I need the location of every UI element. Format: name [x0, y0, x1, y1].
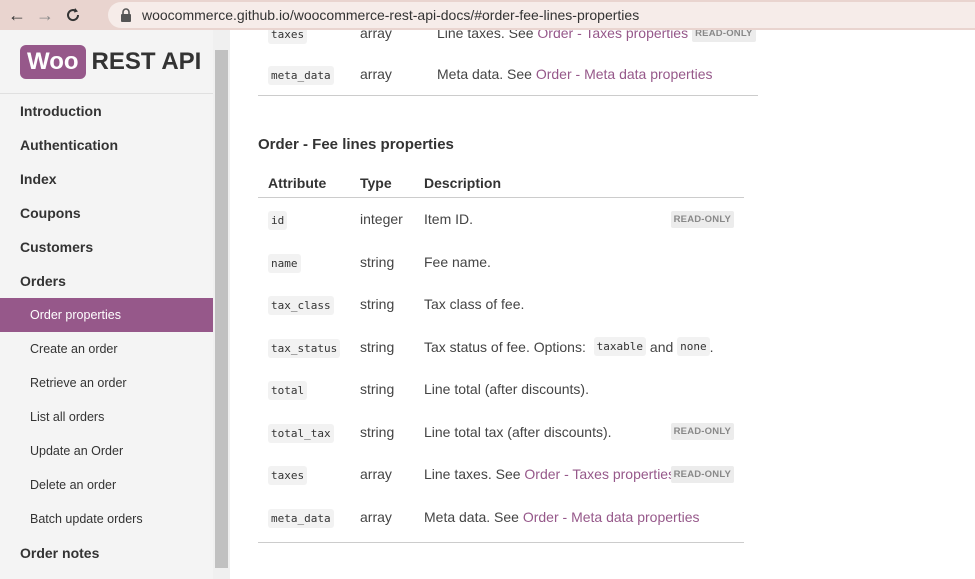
sidebar-item-introduction[interactable]: Introduction [0, 94, 213, 128]
attr-code: total_tax [268, 423, 334, 443]
header-attribute: Attribute [268, 174, 327, 191]
table-row: taxes array Line taxes. See Order - Taxe… [258, 30, 758, 44]
logo[interactable]: Woo REST API [0, 30, 213, 94]
sidebar-item-customers[interactable]: Customers [0, 230, 213, 264]
table-row: total string Line total (after discounts… [258, 368, 744, 411]
woo-logo-badge: Woo [20, 45, 86, 79]
type-cell: array [360, 508, 392, 525]
sidebar-item-create-order[interactable]: Create an order [0, 332, 213, 366]
url-text: woocommerce.github.io/woocommerce-rest-a… [142, 7, 640, 23]
type-cell: string [360, 338, 395, 355]
sidebar-item-coupons[interactable]: Coupons [0, 196, 213, 230]
sidebar-item-delete-order[interactable]: Delete an order [0, 468, 213, 502]
attr-code: name [268, 253, 301, 273]
desc-cell: Meta data. See Order - Meta data propert… [424, 508, 700, 525]
attr-code: total [268, 381, 308, 401]
sidebar-item-retrieve-order[interactable]: Retrieve an order [0, 366, 213, 400]
header-type: Type [360, 174, 392, 191]
read-only-badge: READ-ONLY [670, 465, 734, 483]
none-code: none [677, 337, 710, 357]
sidebar-scrollbar-thumb[interactable] [215, 50, 228, 568]
reload-icon[interactable] [62, 4, 84, 26]
desc-cell: Line total (after discounts). [424, 381, 589, 398]
header-description: Description [424, 174, 502, 191]
taxes-properties-link[interactable]: Order - Taxes properties [524, 466, 675, 482]
taxes-properties-link[interactable]: Order - Taxes properties [537, 30, 688, 41]
type-cell: array [360, 466, 392, 483]
sidebar-item-order-properties[interactable]: Order properties [0, 298, 213, 332]
main-content: taxes array Line taxes. See Order - Taxe… [230, 30, 975, 579]
logo-text: REST API [91, 48, 202, 75]
type-cell: array [360, 66, 392, 82]
type-cell: integer [360, 211, 403, 228]
sidebar-item-index[interactable]: Index [0, 162, 213, 196]
type-cell: string [360, 253, 395, 270]
lock-icon [121, 8, 131, 22]
table-divider [258, 95, 758, 96]
attr-code: tax_status [268, 338, 341, 358]
desc-cell: Tax status of fee. Options: taxable and … [424, 337, 714, 357]
table-row: meta_data array Meta data. See Order - M… [258, 64, 758, 85]
fee-lines-table: Attribute Type Description id integer It… [258, 168, 744, 543]
table-row: tax_class string Tax class of fee. [258, 283, 744, 326]
type-cell: string [360, 296, 395, 313]
meta-data-properties-link[interactable]: Order - Meta data properties [523, 509, 700, 525]
attr-code: taxes [268, 30, 308, 44]
desc-cell: Meta data. See Order - Meta data propert… [437, 66, 713, 82]
taxable-code: taxable [593, 337, 647, 357]
forward-arrow-icon[interactable]: → [34, 4, 56, 26]
attr-code: meta_data [268, 508, 334, 528]
type-cell: string [360, 381, 395, 398]
table-row: total_tax string Line total tax (after d… [258, 411, 744, 454]
sidebar-item-update-order[interactable]: Update an Order [0, 434, 213, 468]
table-divider [258, 542, 744, 543]
table-row: meta_data array Meta data. See Order - M… [258, 496, 744, 539]
read-only-badge: READ-ONLY [692, 30, 756, 42]
sidebar-item-list-orders[interactable]: List all orders [0, 400, 213, 434]
desc-cell: Line taxes. See Order - Taxes properties [437, 30, 688, 41]
sidebar-nav: Introduction Authentication Index Coupon… [0, 94, 213, 570]
sidebar-item-batch-update-orders[interactable]: Batch update orders [0, 502, 213, 536]
table-row: id integer Item ID. READ-ONLY [258, 198, 744, 241]
table-row: tax_status string Tax status of fee. Opt… [258, 326, 744, 369]
table-row: name string Fee name. [258, 241, 744, 284]
read-only-badge: READ-ONLY [670, 210, 734, 228]
meta-data-properties-link[interactable]: Order - Meta data properties [536, 66, 713, 82]
type-cell: array [360, 30, 392, 41]
desc-cell: Fee name. [424, 253, 491, 270]
browser-toolbar: ← → woocommerce.github.io/woocommerce-re… [0, 0, 975, 30]
address-bar[interactable]: woocommerce.github.io/woocommerce-rest-a… [108, 2, 975, 28]
sidebar-item-orders[interactable]: Orders [0, 264, 213, 298]
sidebar: Woo REST API Introduction Authentication… [0, 30, 230, 579]
attr-code: id [268, 211, 288, 231]
attr-code: taxes [268, 466, 308, 486]
table-row: taxes array Line taxes. See Order - Taxe… [258, 453, 744, 496]
attr-code: tax_class [268, 296, 334, 316]
table-header: Attribute Type Description [258, 168, 744, 198]
attr-code: meta_data [268, 66, 334, 85]
back-arrow-icon[interactable]: ← [6, 4, 28, 26]
sidebar-item-order-notes[interactable]: Order notes [0, 536, 213, 570]
read-only-badge: READ-ONLY [670, 423, 734, 441]
section-title: Order - Fee lines properties [258, 136, 454, 153]
type-cell: string [360, 423, 395, 440]
desc-cell: Tax class of fee. [424, 296, 525, 313]
sidebar-item-authentication[interactable]: Authentication [0, 128, 213, 162]
